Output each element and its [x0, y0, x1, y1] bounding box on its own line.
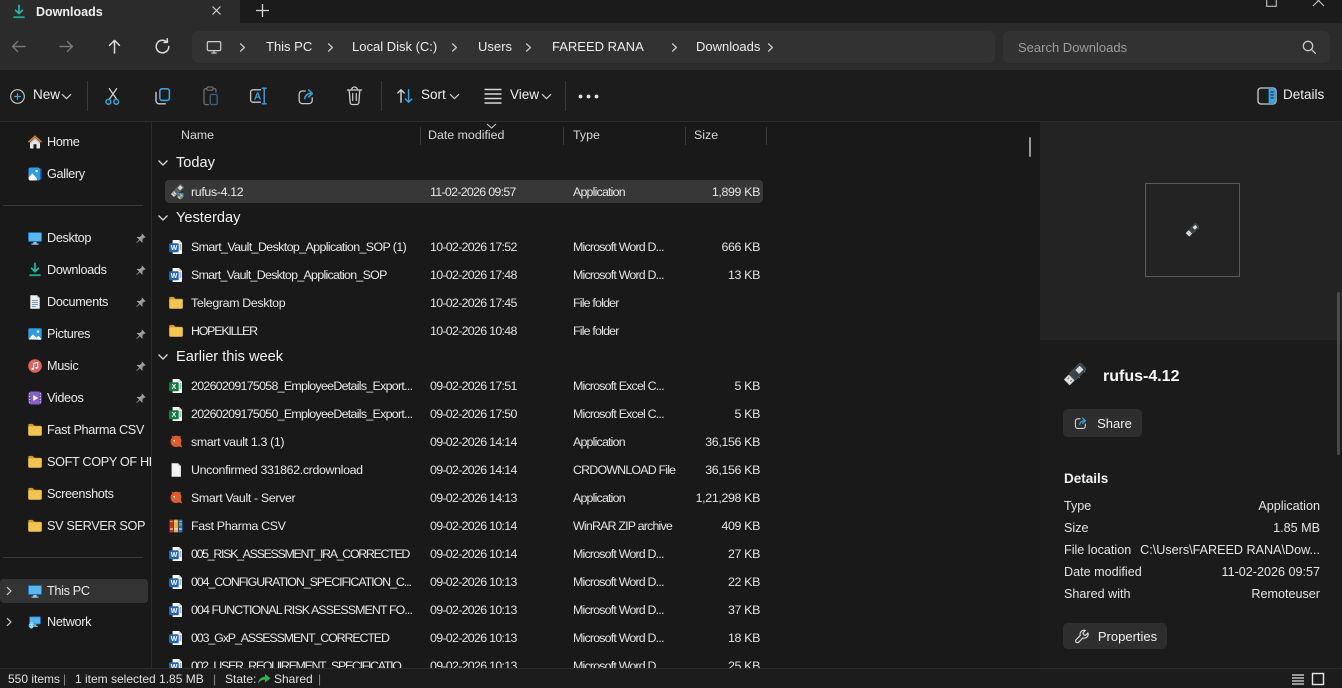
svg-text:W: W	[171, 636, 178, 643]
svg-text:X: X	[172, 412, 177, 419]
svg-text:X: X	[172, 384, 177, 391]
svg-text:W: W	[171, 608, 178, 615]
svg-text:W: W	[171, 552, 178, 559]
svg-text:A: A	[254, 92, 261, 103]
svg-text:W: W	[171, 245, 178, 252]
svg-text:W: W	[171, 273, 178, 280]
svg-text:W: W	[171, 580, 178, 587]
